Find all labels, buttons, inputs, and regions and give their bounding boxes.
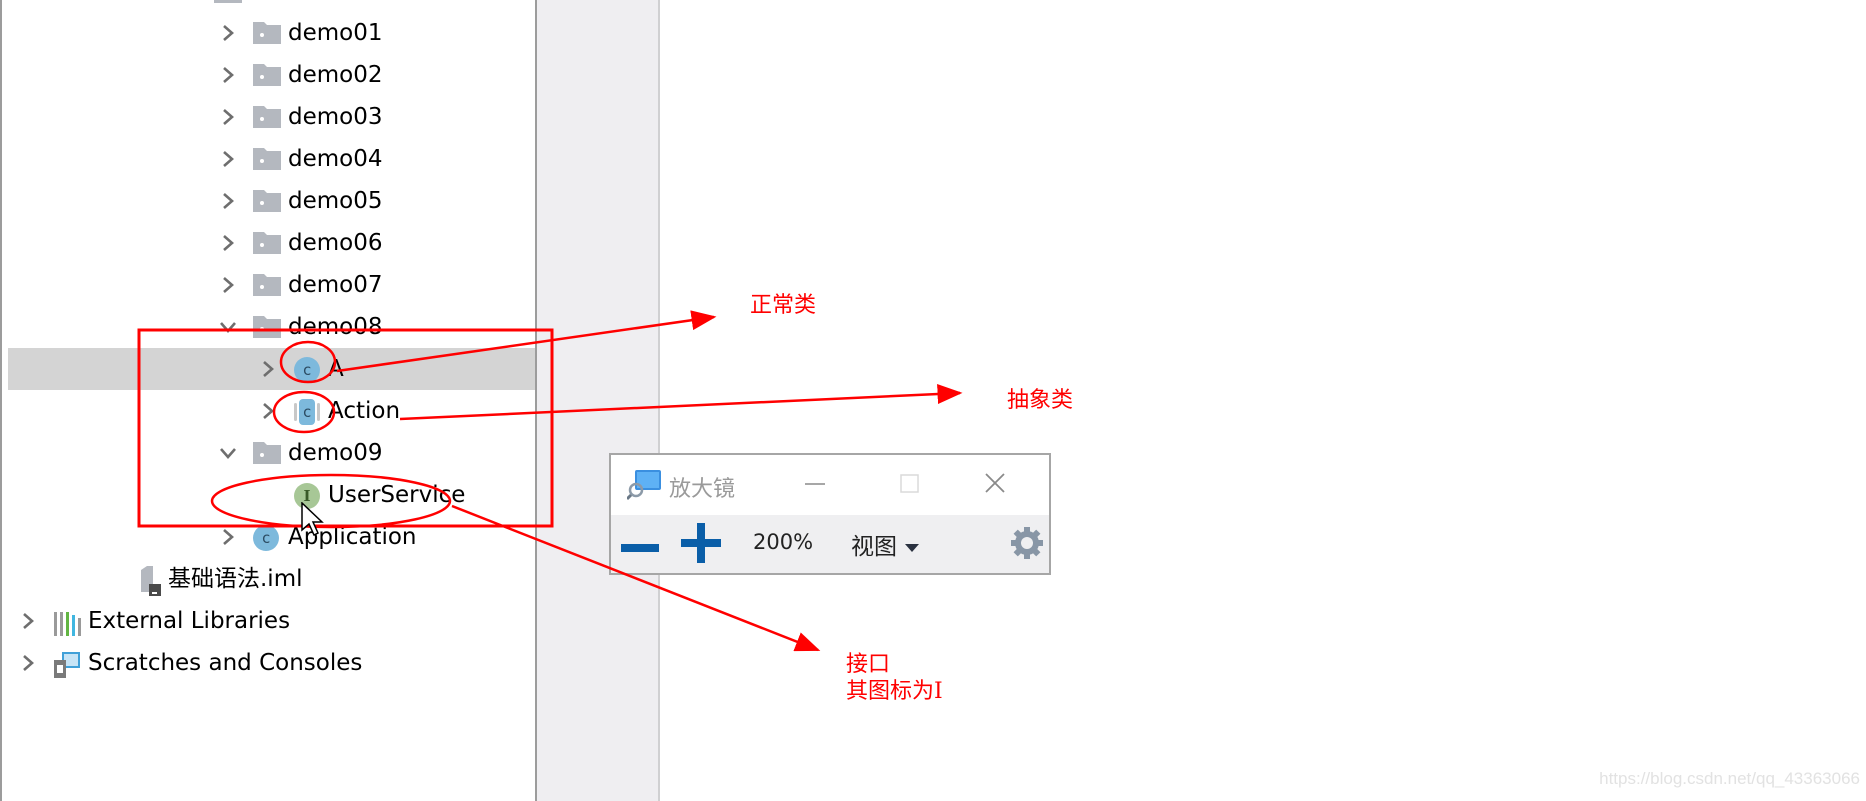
annotation-interface: 接口 xyxy=(846,652,891,677)
tree-item-label: demo08 xyxy=(288,314,383,340)
magnifier-app-icon xyxy=(625,469,663,501)
tree-item-label: demo05 xyxy=(288,188,383,214)
watermark: https://blog.csdn.net/qq_43363066 xyxy=(1599,769,1860,788)
package-folder-icon xyxy=(253,106,281,128)
chevron-down-icon[interactable] xyxy=(219,320,236,338)
libraries-icon xyxy=(54,610,82,640)
chevron-right-icon[interactable] xyxy=(261,360,275,378)
editor-gutter xyxy=(537,0,660,801)
annotation-normal-class: 正常类 xyxy=(750,293,817,318)
chevron-right-icon[interactable] xyxy=(221,66,235,84)
magnifier-toolbar: 200% 视图 xyxy=(611,515,1049,573)
tree-item[interactable]: demo04 xyxy=(8,138,535,180)
gear-icon xyxy=(1011,527,1043,559)
settings-button[interactable] xyxy=(1009,525,1045,565)
magnifier-window: 放大镜 200% 视图 xyxy=(609,453,1051,575)
chevron-right-icon[interactable] xyxy=(221,150,235,168)
tree-item-label: demo03 xyxy=(288,104,383,130)
tree-item-partial[interactable] xyxy=(8,0,535,12)
chevron-right-icon[interactable] xyxy=(261,402,275,420)
tree-item[interactable]: 基础语法.iml xyxy=(8,558,535,600)
chevron-down-icon[interactable] xyxy=(219,446,236,464)
tree-item-label: A xyxy=(328,356,344,382)
chevron-right-icon[interactable] xyxy=(21,612,35,630)
tree-item[interactable]: c Action xyxy=(8,390,535,432)
tree-item-label: Scratches and Consoles xyxy=(88,650,363,676)
zoom-in-button[interactable] xyxy=(679,521,723,569)
tree-item[interactable]: demo01 xyxy=(8,12,535,54)
folder-icon xyxy=(214,0,242,10)
view-menu-label: 视图 xyxy=(851,534,897,560)
package-folder-icon xyxy=(253,22,281,44)
scratches-icon xyxy=(54,652,82,682)
package-folder-icon xyxy=(253,232,281,254)
tree-item[interactable]: demo08 xyxy=(8,306,535,348)
tree-item[interactable]: cA xyxy=(8,348,535,390)
plus-icon xyxy=(681,523,721,563)
tree-item[interactable]: demo03 xyxy=(8,96,535,138)
tree-item-label: demo02 xyxy=(288,62,383,88)
maximize-button[interactable] xyxy=(889,465,929,501)
package-folder-icon xyxy=(253,274,281,296)
class-icon: c xyxy=(294,357,320,383)
package-folder-icon xyxy=(253,316,281,338)
tree-item[interactable]: demo05 xyxy=(8,180,535,222)
abstract-class-icon: c xyxy=(294,399,320,425)
package-folder-icon xyxy=(253,190,281,212)
minimize-button[interactable] xyxy=(795,465,835,501)
view-menu-button[interactable]: 视图 xyxy=(851,527,919,561)
chevron-right-icon[interactable] xyxy=(221,234,235,252)
package-folder-icon xyxy=(253,442,281,464)
chevron-right-icon[interactable] xyxy=(21,654,35,672)
package-folder-icon xyxy=(253,148,281,170)
tree-item-label: demo09 xyxy=(288,440,383,466)
class-icon: c xyxy=(253,525,279,551)
mouse-cursor-icon xyxy=(301,502,324,537)
tree-item-label: demo04 xyxy=(288,146,383,172)
chevron-right-icon[interactable] xyxy=(221,24,235,42)
caret-down-icon xyxy=(905,543,919,552)
chevron-right-icon[interactable] xyxy=(221,276,235,294)
tree-item-label: 基础语法.iml xyxy=(168,566,303,592)
tree-item-label: demo01 xyxy=(288,20,383,46)
minus-icon xyxy=(621,544,659,552)
tree-item[interactable]: c Application xyxy=(8,516,535,558)
magnifier-titlebar[interactable]: 放大镜 xyxy=(611,455,1049,515)
tree-item-label: External Libraries xyxy=(88,608,291,634)
package-folder-icon xyxy=(253,64,281,86)
tree-item[interactable]: Scratches and Consoles xyxy=(8,642,535,684)
chevron-right-icon[interactable] xyxy=(221,108,235,126)
tree-item[interactable]: demo02 xyxy=(8,54,535,96)
tree-item[interactable]: demo09 xyxy=(8,432,535,474)
annotation-abstract-class: 抽象类 xyxy=(1007,388,1074,413)
tree-item[interactable]: I UserService xyxy=(8,474,535,516)
tree-item[interactable]: demo07 xyxy=(8,264,535,306)
module-file-icon xyxy=(139,566,165,600)
chevron-right-icon[interactable] xyxy=(221,192,235,210)
zoom-out-button[interactable] xyxy=(619,531,661,565)
zoom-level: 200% xyxy=(753,530,814,554)
tree-item-label: UserService xyxy=(328,482,466,508)
tree-item-label: demo06 xyxy=(288,230,383,256)
magnifier-title: 放大镜 xyxy=(669,477,736,502)
tree-item[interactable]: External Libraries xyxy=(8,600,535,642)
chevron-right-icon[interactable] xyxy=(221,528,235,546)
tree-item-label: Action xyxy=(328,398,401,424)
annotation-interface-icon: 其图标为I xyxy=(846,679,943,704)
tree-item[interactable]: demo06 xyxy=(8,222,535,264)
tree-item-label: demo07 xyxy=(288,272,383,298)
close-button[interactable] xyxy=(975,465,1015,501)
